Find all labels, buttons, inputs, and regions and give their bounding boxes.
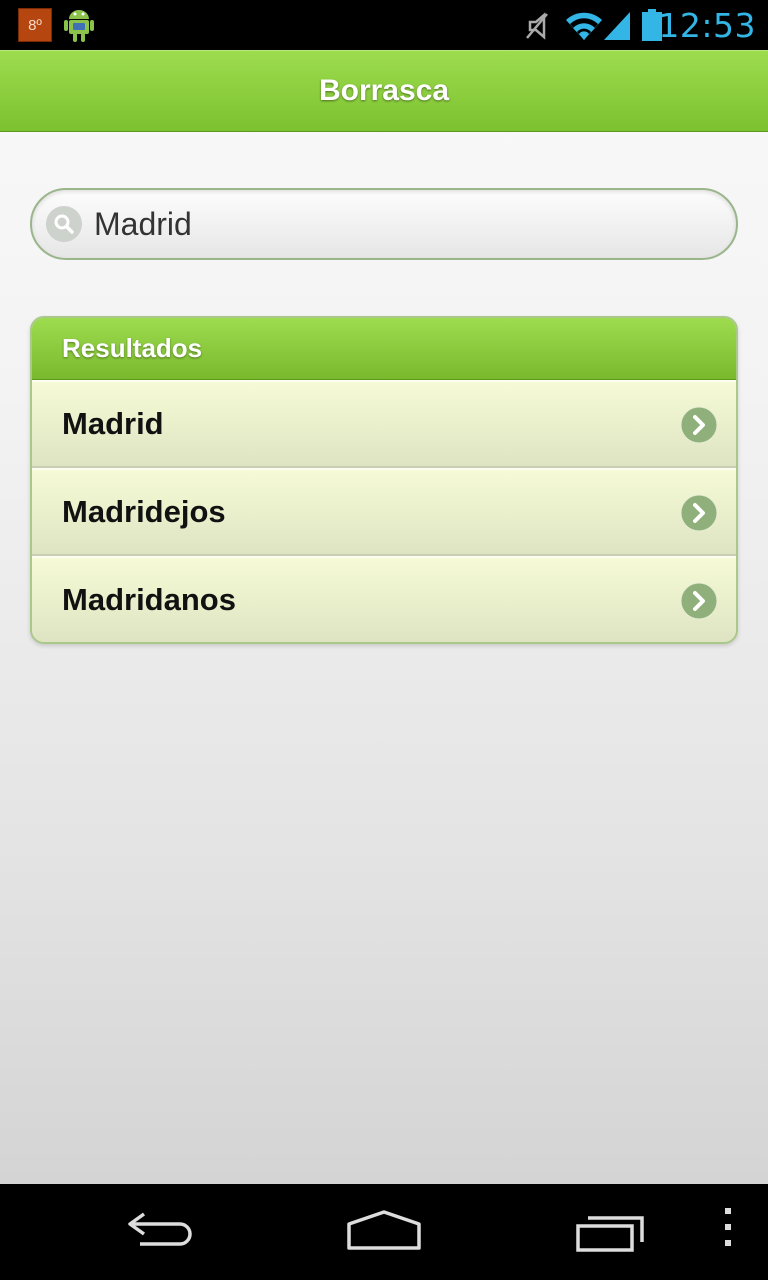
weather-notification-icon: 8º [18,8,52,42]
signal-icon [604,12,630,40]
chevron-right-icon [680,406,718,444]
results-title: Resultados [62,333,203,363]
page-title: Borrasca [318,74,450,107]
list-item[interactable]: Madrid [32,380,736,468]
mute-icon [526,12,548,40]
search-input[interactable] [94,198,714,250]
navigation-bar [0,1184,768,1280]
wifi-icon [566,12,602,41]
home-icon[interactable] [343,1198,425,1254]
back-icon[interactable] [120,1202,200,1252]
list-item[interactable]: Madridanos [32,556,736,642]
list-item-label: Madridanos [62,582,236,617]
app-header: Borrasca [0,50,768,132]
temperature-badge-text: 8º [28,16,42,34]
results-list: Resultados Madrid Madridejos Madridanos [30,316,738,644]
app-screen: Borrasca Resultados Madrid Madridejos [0,50,768,1184]
results-header: Resultados [32,318,736,380]
android-icon [64,10,94,42]
search-icon [46,206,82,242]
list-item[interactable]: Madridejos [32,468,736,556]
search-box[interactable] [30,188,738,260]
list-item-label: Madridejos [62,494,226,529]
list-item-label: Madrid [62,406,164,441]
chevron-right-icon [680,494,718,532]
chevron-right-icon [680,582,718,620]
clock: 12:53 [658,6,756,45]
overflow-menu-icon[interactable] [716,1202,740,1254]
status-bar: 8º 12:53 [0,0,768,50]
recent-apps-icon[interactable] [572,1200,648,1256]
